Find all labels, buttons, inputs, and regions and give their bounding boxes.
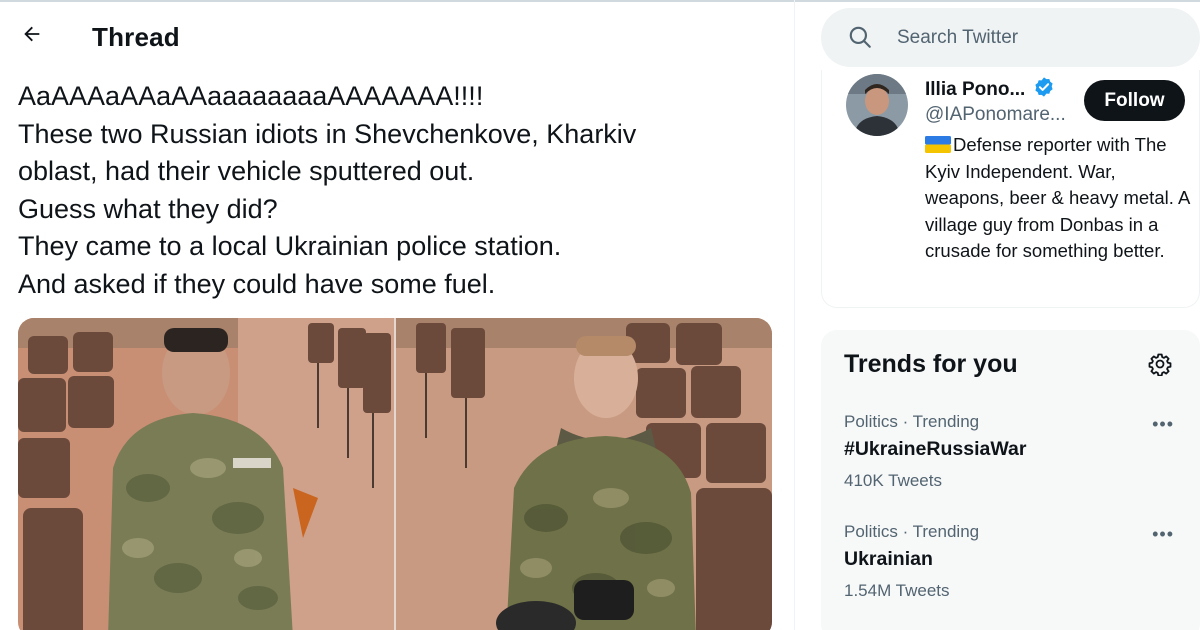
tweet-line: Guess what they did?: [18, 193, 278, 224]
profile-handle[interactable]: @IAPonomare...: [925, 104, 1066, 126]
tweet-photo-left[interactable]: [18, 318, 394, 630]
trend-name[interactable]: #UkraineRussiaWar: [844, 438, 1184, 461]
tweet-media: [18, 318, 772, 630]
search-input[interactable]: Search Twitter: [897, 27, 1018, 49]
profile-bio: Defense reporter with The Kyiv Independe…: [925, 132, 1195, 265]
arrow-left-icon: [21, 23, 43, 50]
profile-card: Illia Pono... @IAPonomare... Follow Defe…: [821, 70, 1200, 308]
tweet-text: AaAAAaAAaAAaaaaaaaaAAAAAAA!!!! These two…: [18, 78, 788, 303]
verified-badge-icon: [1033, 76, 1055, 103]
trend-meta: Politics · Trending: [844, 412, 980, 431]
main-column: Thread AaAAAaAAaAAaaaaaaaaAAAAAAA!!!! Th…: [0, 0, 795, 630]
profile-name[interactable]: Illia Pono...: [925, 79, 1025, 101]
trends-panel: Trends for you Politics · Trending #Ukra…: [821, 330, 1200, 630]
more-options-icon[interactable]: •••: [1152, 414, 1174, 435]
search-box[interactable]: Search Twitter: [821, 8, 1200, 67]
search-icon: [847, 24, 873, 55]
profile-name-row[interactable]: Illia Pono...: [925, 76, 1055, 103]
tweet-line: oblast, had their vehicle sputtered out.: [18, 156, 475, 186]
more-options-icon[interactable]: •••: [1152, 524, 1174, 545]
tweet-line: And asked if they could have some fuel.: [18, 268, 496, 299]
gear-icon[interactable]: [1148, 352, 1172, 381]
trend-item[interactable]: Politics · Trending Ukrainian 1.54M Twee…: [844, 522, 1184, 601]
tweet-line: These two Russian idiots in Shevchenkove…: [18, 118, 637, 149]
trend-name[interactable]: Ukrainian: [844, 548, 1184, 571]
tweet-photo-right[interactable]: [396, 318, 772, 630]
profile-bio-text: Defense reporter with The Kyiv Independe…: [925, 134, 1190, 262]
trend-count: 410K Tweets: [844, 471, 942, 490]
trend-count: 1.54M Tweets: [844, 581, 950, 600]
back-button[interactable]: [14, 18, 50, 54]
tweet-line: AaAAAaAAaAAaaaaaaaaAAAAAAA!!!!: [18, 81, 484, 111]
page-title: Thread: [92, 22, 180, 52]
trends-title: Trends for you: [844, 350, 1018, 378]
avatar[interactable]: [846, 74, 908, 136]
follow-button[interactable]: Follow: [1084, 80, 1185, 121]
tweet-line: They came to a local Ukrainian police st…: [18, 231, 562, 261]
trend-item[interactable]: Politics · Trending #UkraineRussiaWar 41…: [844, 412, 1184, 491]
thread-header: Thread: [0, 8, 795, 64]
ukraine-flag-icon: [925, 134, 951, 153]
trend-meta: Politics · Trending: [844, 522, 980, 541]
